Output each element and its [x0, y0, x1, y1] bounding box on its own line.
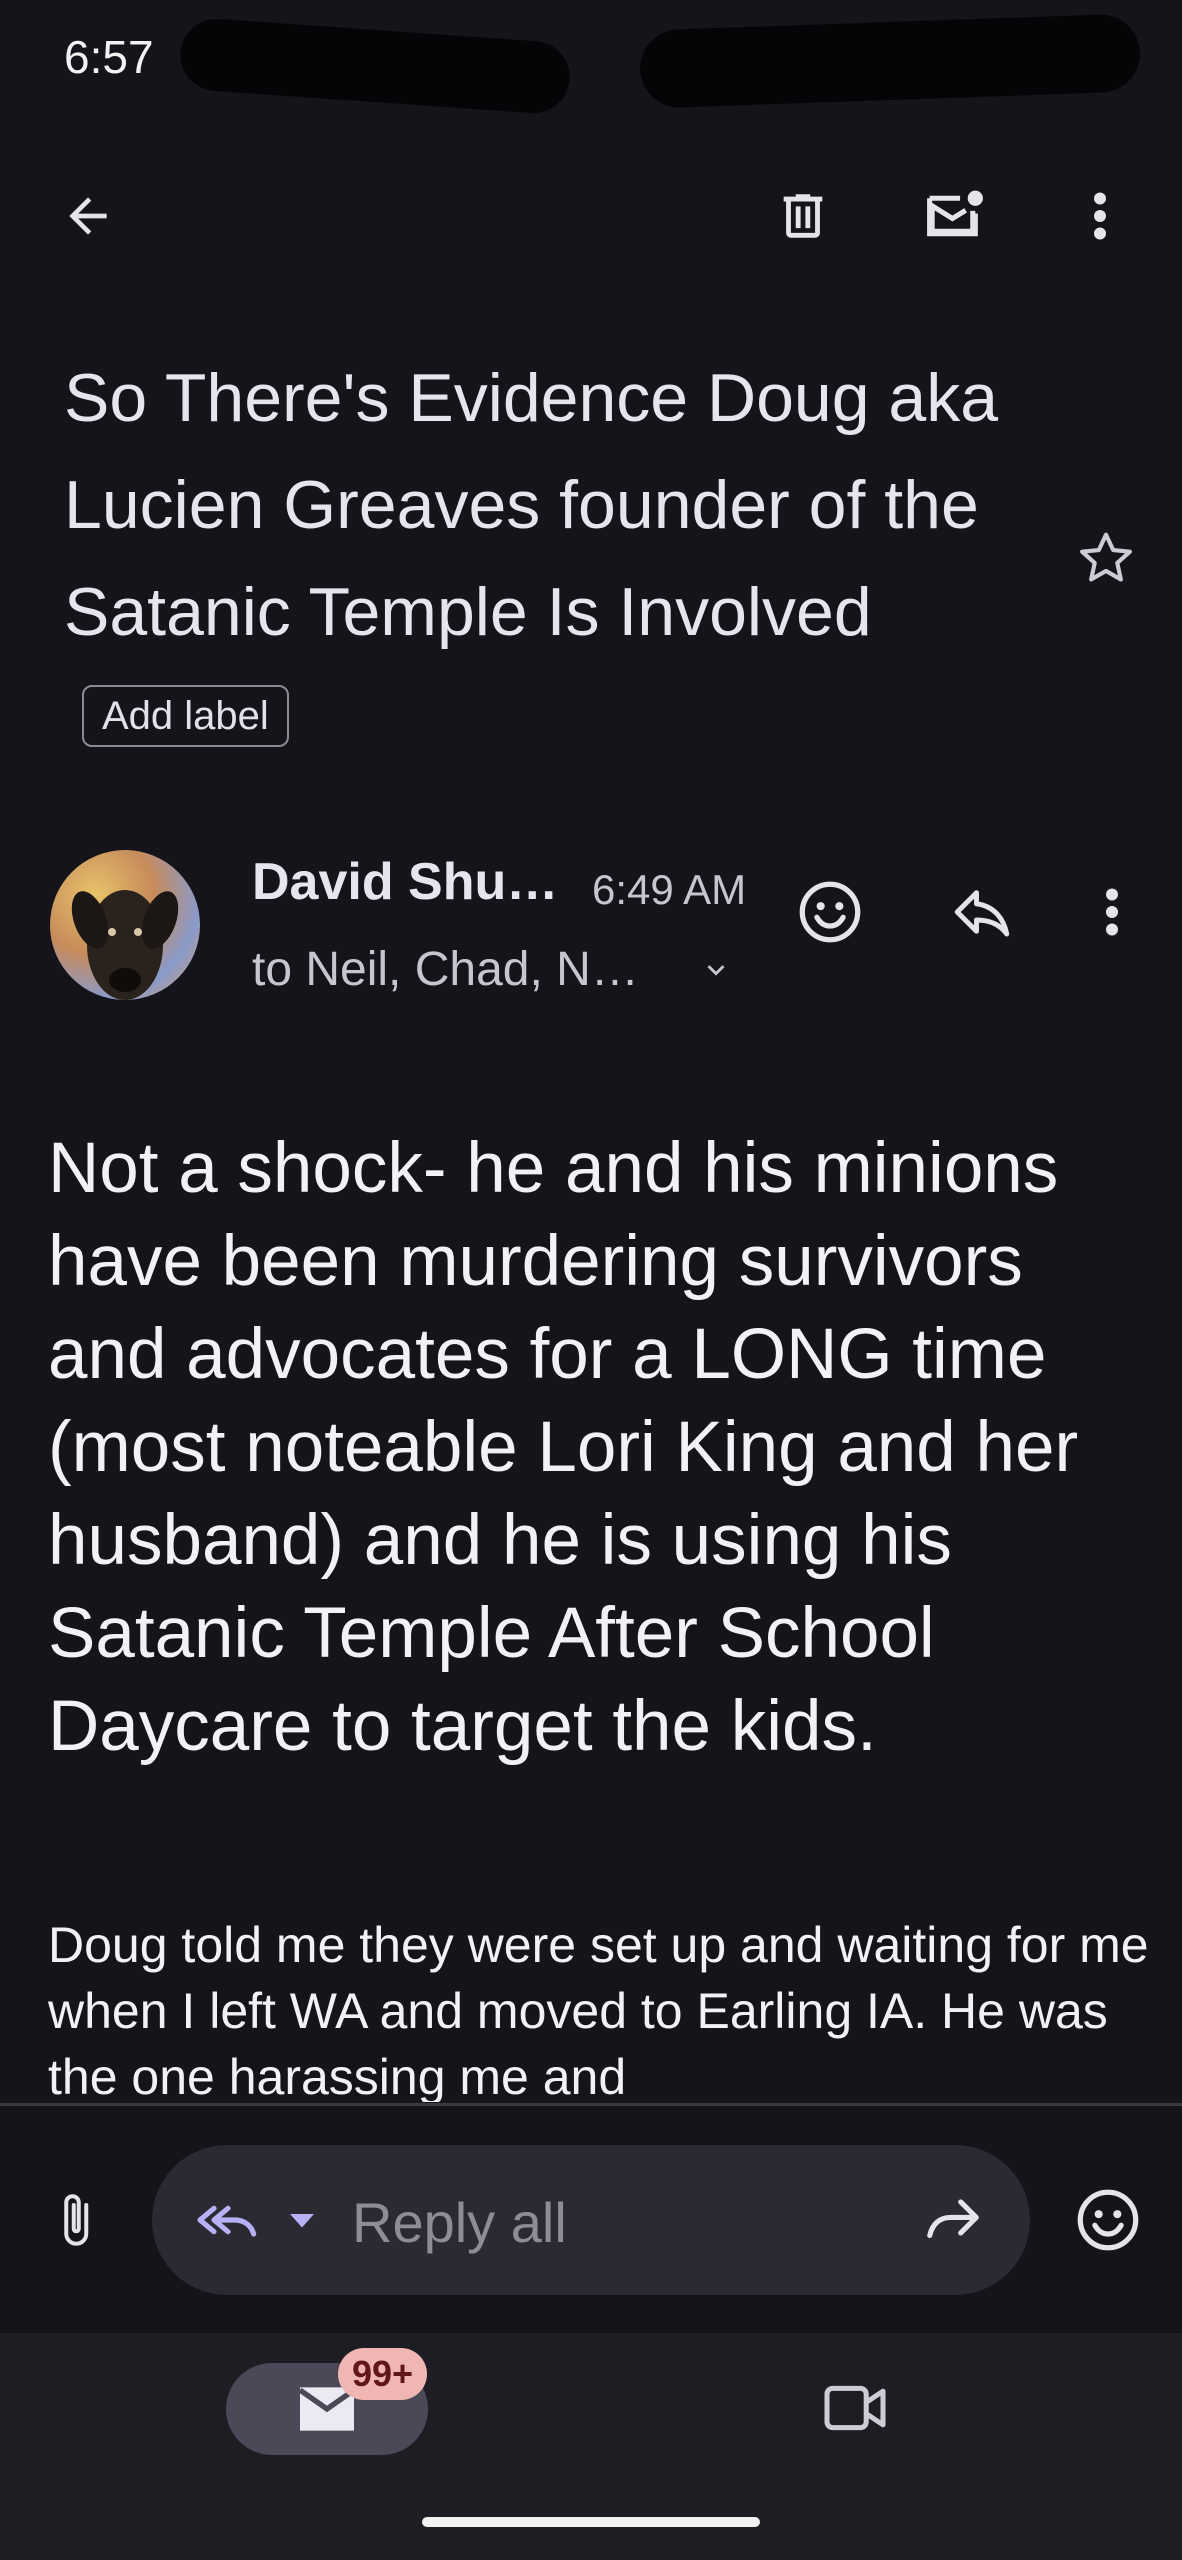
- redacted-area: [638, 13, 1142, 109]
- message-more-button[interactable]: [1092, 872, 1132, 952]
- sender-name[interactable]: David Shu…: [252, 852, 558, 912]
- status-time: 6:57: [64, 31, 154, 83]
- reply-icon: [954, 890, 1010, 937]
- subject-text: So There's Evidence Doug aka Lucien Grea…: [64, 360, 999, 650]
- attach-button[interactable]: [40, 2180, 110, 2260]
- sender-avatar[interactable]: [50, 850, 200, 1000]
- forward-button[interactable]: [918, 2190, 988, 2250]
- more-vert-icon: [1106, 888, 1118, 936]
- arrow-left-icon: [69, 197, 107, 235]
- reply-button[interactable]: [942, 872, 1022, 952]
- email-body-large: Not a shock- he and his minions have bee…: [48, 1129, 1079, 1766]
- home-indicator[interactable]: [422, 2517, 760, 2527]
- trash-icon: [783, 194, 823, 238]
- email-subject: So There's Evidence Doug aka Lucien Grea…: [64, 345, 1024, 773]
- reply-type-dropdown[interactable]: [280, 2200, 324, 2240]
- react-button[interactable]: [790, 872, 870, 952]
- emoji-icon: [1077, 2189, 1139, 2251]
- more-vert-icon: [1094, 192, 1106, 240]
- recipients[interactable]: to Neil, Chad, N…: [252, 942, 639, 997]
- email-body-text: Doug told me they were set up and waitin…: [48, 1917, 1149, 2102]
- sent-time: 6:49 AM: [592, 866, 747, 913]
- divider: [0, 2103, 1182, 2106]
- reply-all-icon-button[interactable]: [188, 2190, 268, 2250]
- reply-placeholder[interactable]: Reply all: [352, 2190, 567, 2255]
- emoji-icon: [799, 881, 861, 943]
- expand-recipients-button[interactable]: [696, 948, 736, 992]
- paperclip-icon: [64, 2194, 89, 2246]
- forward-icon: [927, 2199, 979, 2239]
- add-label-button[interactable]: Add label: [82, 685, 289, 748]
- video-camera-icon: [824, 2385, 886, 2431]
- redacted-area: [177, 16, 573, 116]
- mark-unread-button[interactable]: [915, 178, 995, 254]
- more-options-button[interactable]: [1080, 178, 1120, 254]
- delete-button[interactable]: [765, 178, 841, 254]
- chevron-down-icon: [707, 965, 725, 976]
- unread-count-badge: 99+: [338, 2348, 428, 2400]
- nav-meet-tab[interactable]: [815, 2373, 895, 2443]
- dog-photo: [71, 890, 179, 1000]
- reply-all-icon: [197, 2205, 257, 2237]
- back-button[interactable]: [50, 178, 126, 254]
- star-button[interactable]: [1068, 520, 1144, 596]
- caret-down-icon: [290, 2214, 314, 2228]
- emoji-button[interactable]: [1068, 2180, 1148, 2260]
- email-screen: 6:57 So There's Evidence Doug aka Lucien…: [0, 0, 1182, 2560]
- mail-dot-icon: [927, 190, 983, 237]
- star-outline-icon: [1080, 532, 1132, 582]
